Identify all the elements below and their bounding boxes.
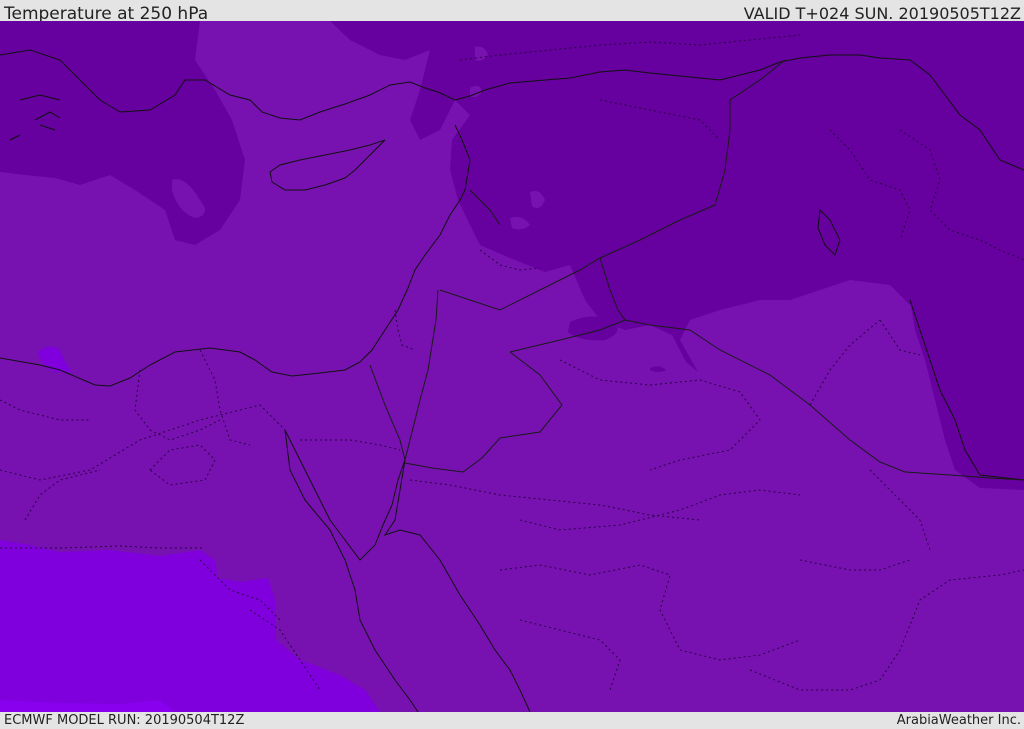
temperature-map[interactable] <box>0 21 1024 712</box>
model-run-label: ECMWF MODEL RUN: 20190504T12Z <box>4 713 245 728</box>
header-bar: Temperature at 250 hPa VALID T+024 SUN. … <box>0 0 1024 24</box>
map-frame[interactable] <box>0 21 1024 712</box>
brand-label: ArabiaWeather Inc. <box>896 713 1021 728</box>
footer-bar: ECMWF MODEL RUN: 20190504T12Z ArabiaWeat… <box>0 712 1024 729</box>
